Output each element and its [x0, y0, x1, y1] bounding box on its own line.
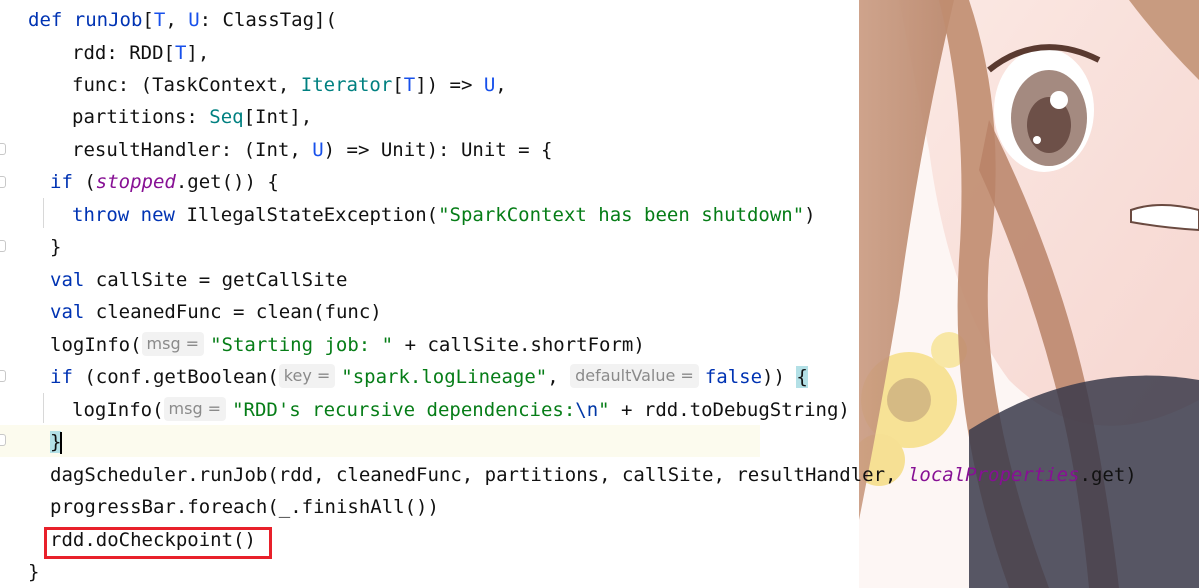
code-text: func: (TaskContext, — [72, 74, 301, 96]
fold-marker-icon[interactable] — [0, 176, 6, 188]
code-text: } — [50, 236, 62, 258]
code-text: )) — [762, 366, 797, 388]
code-line: resultHandler: (Int, U) => Unit): Unit =… — [72, 134, 552, 166]
code-text: [ — [142, 9, 154, 31]
code-text: : ClassTag]( — [199, 9, 337, 31]
keyword: throw — [72, 204, 130, 226]
keyword: false — [704, 366, 763, 388]
fold-marker-icon[interactable] — [0, 370, 6, 382]
matched-brace: { — [796, 366, 808, 388]
code-editor[interactable]: def runJob[T, U: ClassTag]( rdd: RDD[T],… — [0, 0, 1199, 588]
code-line: rdd: RDD[T], — [72, 37, 209, 69]
code-text: [Int], — [243, 106, 313, 128]
code-text: progressBar.foreach(_.finishAll()) — [50, 496, 439, 518]
code-text: dagScheduler.runJob(rdd, cleanedFunc, pa… — [50, 464, 908, 486]
parameter-hint: msg = — [141, 331, 205, 356]
code-line: } — [28, 556, 39, 588]
escape-sequence: \n — [575, 399, 599, 421]
parameter-hint: key = — [278, 363, 336, 388]
code-line: if (stopped.get()) { — [50, 166, 279, 198]
code-text: , — [547, 366, 571, 388]
parameter-hint: defaultValue = — [570, 363, 699, 388]
code-text: .get()) { — [175, 171, 279, 193]
keyword: val — [50, 269, 85, 291]
type-param: U — [483, 74, 496, 96]
code-text: logInfo( — [50, 334, 142, 356]
code-line: progressBar.foreach(_.finishAll()) — [50, 491, 439, 523]
code-text: (conf.getBoolean( — [72, 366, 279, 388]
field-name: stopped — [95, 171, 176, 193]
method-name: runJob — [73, 9, 143, 31]
string-literal: "SparkContext has been shutdown" — [438, 204, 805, 226]
type-name: Seq — [209, 106, 244, 128]
string-literal: "Starting job: " — [210, 334, 394, 356]
code-line: } — [50, 426, 63, 458]
code-line: if (conf.getBoolean(key = "spark.logLinea… — [50, 361, 808, 393]
code-text: ) => Unit): Unit = { — [323, 139, 553, 161]
string-literal: "RDD's recursive dependencies: — [232, 399, 576, 421]
code-text: cleanedFunc = clean(func) — [84, 301, 382, 323]
text-caret — [60, 431, 63, 454]
fold-marker-icon[interactable] — [0, 434, 6, 446]
code-text: ]) => — [415, 74, 484, 96]
indent-guide — [43, 393, 44, 423]
code-line: logInfo(msg = "RDD's recursive dependenci… — [72, 394, 850, 426]
code-line: val callSite = getCallSite — [50, 264, 347, 296]
code-text: resultHandler: (Int, — [72, 139, 313, 161]
code-text: logInfo( — [72, 399, 164, 421]
code-line: throw new IllegalStateException("SparkCo… — [72, 199, 816, 231]
code-text: , — [165, 9, 189, 31]
code-text: [ — [392, 74, 404, 96]
code-text: + callSite.shortForm) — [393, 334, 645, 356]
parameter-hint: msg = — [163, 396, 227, 421]
string-literal: " — [598, 399, 610, 421]
code-text: partitions: — [72, 106, 210, 128]
code-line: partitions: Seq[Int], — [72, 101, 312, 133]
code-text: , — [495, 74, 507, 96]
highlight-annotation-box — [44, 527, 272, 559]
fold-marker-icon[interactable] — [0, 240, 6, 252]
keyword: if — [50, 171, 73, 193]
code-line: dagScheduler.runJob(rdd, cleanedFunc, pa… — [50, 459, 1137, 491]
string-literal: "spark.logLineage" — [341, 366, 548, 388]
code-text: .get) — [1079, 464, 1137, 486]
code-text: ( — [72, 171, 96, 193]
code-text: } — [28, 561, 40, 583]
code-text: + rdd.toDebugString) — [609, 399, 850, 421]
keyword: if — [50, 366, 73, 388]
code-text: rdd: RDD[ — [72, 42, 175, 64]
type-param: U — [188, 9, 200, 31]
code-text: IllegalStateException( — [186, 204, 439, 226]
fold-marker-icon[interactable] — [0, 143, 6, 155]
type-param: T — [153, 9, 166, 31]
type-name: Iterator — [300, 74, 393, 96]
code-line: val cleanedFunc = clean(func) — [50, 296, 382, 328]
type-param: T — [174, 42, 187, 64]
code-text: callSite = getCallSite — [84, 269, 348, 291]
code-line: logInfo(msg = "Starting job: " + callSite… — [50, 329, 645, 361]
field-name: localProperties — [907, 464, 1080, 486]
code-line: def runJob[T, U: ClassTag]( — [28, 4, 337, 36]
keyword: def — [28, 9, 63, 31]
type-param: U — [312, 139, 324, 161]
code-line: func: (TaskContext, Iterator[T]) => U, — [72, 69, 507, 101]
keyword: val — [50, 301, 85, 323]
code-line: } — [50, 231, 61, 263]
code-text: ) — [804, 204, 816, 226]
type-param: T — [403, 74, 416, 96]
indent-guide — [43, 198, 44, 228]
current-line-highlight — [0, 425, 760, 457]
code-text: ], — [186, 42, 210, 64]
keyword: new — [140, 204, 175, 226]
